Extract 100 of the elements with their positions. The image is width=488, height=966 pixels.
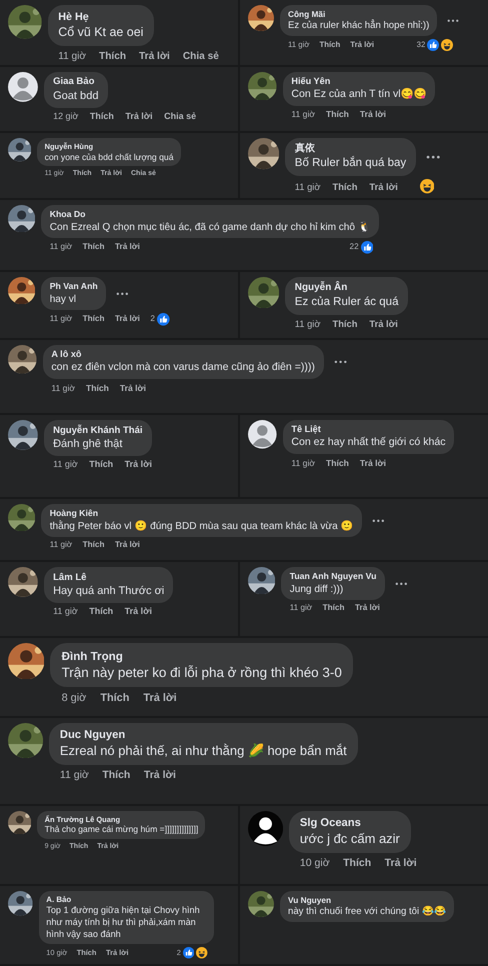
comment-action-link[interactable]: Trả lời [125, 111, 153, 123]
default-avatar-icon [248, 420, 277, 449]
comment-action-link[interactable]: Thích [326, 458, 349, 469]
comment-action-link[interactable]: Thích [86, 382, 109, 394]
comment-action-link[interactable]: Thích [332, 180, 358, 193]
comment-action-link[interactable]: Trả lời [124, 459, 152, 472]
comment-text: Ez của ruler khác hẳn hope nhỉ:)) [288, 20, 430, 32]
comment-action-link[interactable]: Thích [100, 690, 130, 706]
author-name[interactable]: 真依 [294, 143, 406, 156]
author-name[interactable]: Đình Trọng [62, 648, 342, 664]
laughing-emoji-icon [196, 947, 208, 959]
comment-text: hay vl [50, 292, 78, 306]
laughing-emoji-icon [441, 39, 454, 52]
comment-time[interactable]: 12 giờ [53, 111, 78, 123]
comment-action-link[interactable]: Thích [89, 606, 114, 618]
comment-action-link[interactable]: Trả lời [114, 540, 140, 551]
default-avatar-icon [8, 72, 38, 102]
comment-action-link[interactable]: Thích [343, 857, 372, 871]
comment-time[interactable]: 11 giờ [50, 242, 72, 253]
comment-text: Trận này peter ko đi lỗi pha ở rồng thì khéo 3-0 [62, 664, 342, 682]
more-icon[interactable] [426, 155, 440, 160]
comment-text: Ezreal nó phải thế, ai như thằng 🌽 hope bẩn mắt [60, 742, 347, 760]
comment-action-link[interactable]: Thích [90, 111, 114, 123]
comment-action-link[interactable]: Trả lời [143, 690, 177, 706]
like-reaction-icon [427, 39, 440, 52]
comment-time[interactable]: 11 giờ [53, 459, 78, 472]
default-avatar-icon [248, 811, 284, 846]
author-name[interactable]: Giaa Bảo [53, 76, 98, 89]
comment-text: con ez điên vclon mà con varus dame cũng ảo điên =)))) [51, 361, 315, 375]
comment-time[interactable]: 11 giờ [50, 540, 72, 551]
more-icon[interactable] [394, 582, 408, 586]
comment-time[interactable]: 11 giờ [290, 602, 312, 614]
comment-text: ước j đc cấm azir [300, 830, 400, 848]
comment-action-link[interactable]: Trả lời [114, 242, 140, 253]
comment-text: Con Ez của anh T tín vl😋😋 [291, 88, 427, 102]
comment-text: thằng Peter báo vl 🙂 đúng BDD mùa sau qua team khác là vừa 🙂 [50, 520, 354, 533]
more-icon[interactable] [334, 360, 347, 364]
comment-action-link[interactable]: Trả lời [360, 458, 386, 469]
laughing-emoji-icon [420, 179, 434, 194]
author-name[interactable]: Công Mãi [288, 9, 430, 20]
like-reaction-icon [182, 947, 194, 959]
comment-time[interactable]: 11 giờ [60, 769, 89, 783]
comment-action-link[interactable]: Trả lời [369, 180, 398, 193]
comment-action-link[interactable]: Trả lời [114, 314, 140, 325]
more-icon[interactable] [447, 18, 460, 22]
comment-action-link[interactable]: Thích [82, 540, 104, 551]
comment-text: Con ez hay nhất thế giới có khác [291, 436, 446, 450]
comment-time[interactable]: 11 giờ [294, 180, 320, 193]
comment-time[interactable]: 11 giờ [51, 382, 75, 394]
comment-action-link[interactable]: Thích [89, 459, 114, 472]
comment-text: Bố Ruler bắn quá bay [294, 156, 406, 172]
comment-action-link[interactable]: Trả lời [144, 769, 176, 783]
comment-action-link[interactable]: Thích [326, 109, 349, 120]
reaction-summary[interactable]: 22 [350, 240, 380, 254]
author-name[interactable]: Tê Liệt [291, 424, 446, 436]
comment-action-link[interactable]: Trả lời [139, 50, 170, 63]
comment-action-link[interactable]: Thích [102, 769, 130, 783]
comment-action-link[interactable]: Thích [322, 602, 344, 614]
comment-action-link[interactable]: Thích [82, 242, 104, 253]
author-name[interactable]: Vu Nguyen [288, 895, 446, 906]
comment-action-link[interactable]: Thích [82, 314, 104, 325]
comment-time[interactable]: 10 giờ [300, 857, 330, 871]
comment-text: Top 1 đường giữa hiện tại Chovy hình như máy tính bị hư thì phải,xám màn hình vậy sao đánh [46, 905, 201, 941]
comment-text: Hay quá anh Thước ơi [53, 584, 164, 598]
comment-action-link[interactable]: Thích [99, 50, 126, 63]
author-name[interactable]: Nguyễn Khánh Thái [53, 424, 143, 437]
comment-time[interactable]: 11 giờ [294, 318, 320, 330]
author-name[interactable]: A lô xô [51, 349, 315, 362]
comment-action-link[interactable]: Chia sẻ [182, 50, 219, 63]
more-icon[interactable] [372, 518, 385, 522]
comment-time[interactable]: 11 giờ [53, 606, 78, 618]
comment-time[interactable]: 11 giờ [50, 314, 72, 325]
author-name[interactable]: Ph Van Anh [50, 281, 98, 293]
author-name[interactable]: Duc Nguyen [60, 728, 347, 743]
author-name[interactable]: Hoàng Kiên [50, 508, 354, 520]
comment-text: con yone của bdd chất lượng quá [44, 152, 174, 163]
comment-time[interactable]: 11 giờ [291, 109, 315, 120]
comment-action-link[interactable]: Thích [332, 318, 358, 330]
author-name[interactable]: Tuan Anh Nguyen Vu [290, 571, 376, 583]
comment-action-link[interactable]: Trả lời [124, 606, 152, 618]
comment-text: Ez của Ruler ác quá [294, 294, 398, 310]
author-name[interactable]: Lâm Lê [53, 572, 164, 584]
more-icon[interactable] [116, 292, 129, 296]
comment-action-link[interactable]: Trả lời [354, 602, 380, 614]
author-name[interactable]: Hiếu Yên [291, 76, 427, 88]
comment-action-link[interactable]: Chia sẻ [164, 111, 196, 123]
author-name[interactable]: Hè Hẹ [58, 10, 144, 24]
comment-action-link[interactable]: Trả lời [360, 109, 386, 120]
comment-action-link[interactable]: Trả lời [120, 382, 146, 394]
author-name[interactable]: Khoa Do [50, 209, 371, 221]
comment-action-link[interactable]: Trả lời [384, 857, 417, 871]
comment-time[interactable]: 11 giờ [291, 458, 315, 469]
comment-time[interactable]: 11 giờ [58, 50, 86, 63]
comment-action-link[interactable]: Trả lời [369, 318, 398, 330]
author-name[interactable]: Slg Oceans [300, 816, 400, 831]
comment-text: Goat bdd [53, 88, 98, 104]
comment-time[interactable]: 8 giờ [62, 690, 86, 706]
reaction-summary[interactable]: 2 [150, 312, 176, 326]
author-name[interactable]: Nguyễn Ân [294, 282, 398, 295]
comment-text: Jung diff :))) [290, 582, 344, 596]
